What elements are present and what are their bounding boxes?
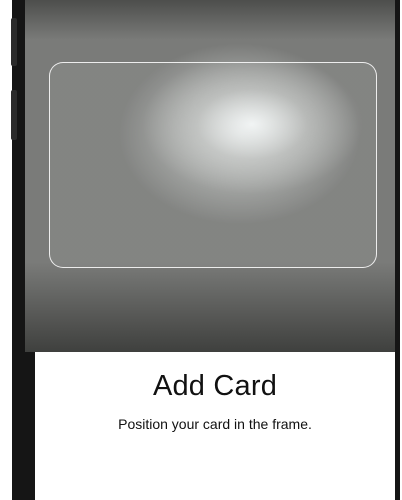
card-alignment-frame [49,62,377,268]
instruction-panel: Add Card Position your card in the frame… [35,352,395,500]
page-title: Add Card [152,370,278,402]
volume-down-button [11,90,17,140]
volume-up-button [11,18,17,66]
instruction-text: Position your card in the frame. [118,416,312,432]
camera-viewfinder [25,0,395,352]
screen: Add Card Position your card in the frame… [0,0,402,500]
